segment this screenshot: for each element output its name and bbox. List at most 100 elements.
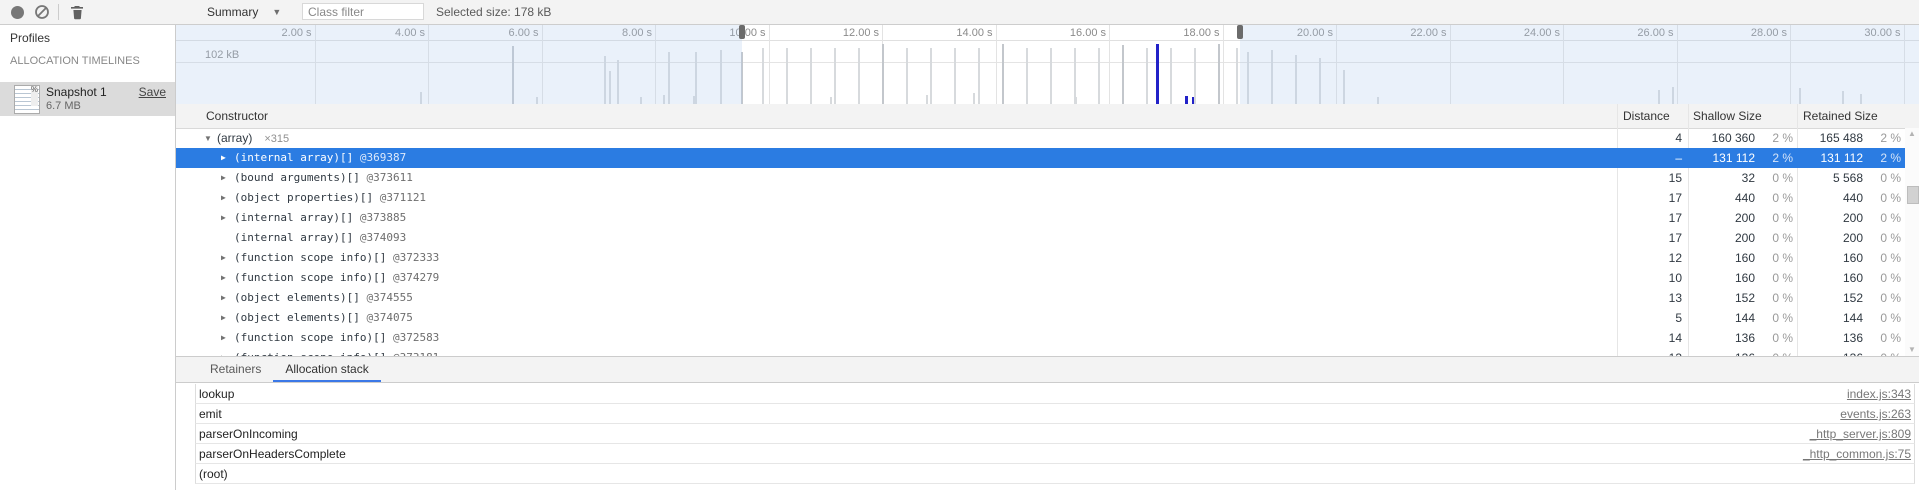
instance-count: ×315: [264, 133, 289, 145]
sidebar: Profiles ALLOCATION TIMELINES % Snapshot…: [0, 25, 176, 490]
heap-snapshot-icon: %: [14, 85, 40, 114]
object-id: @374093: [353, 231, 406, 244]
column-header-distance[interactable]: Distance: [1623, 104, 1670, 128]
scroll-up-icon[interactable]: ▲: [1905, 128, 1919, 140]
table-row[interactable]: ▼(array)×3154160 3602 %165 4882 %: [176, 128, 1905, 148]
constructor-cell: ▼(array)×315: [204, 128, 289, 148]
shallow-size-value: 136: [1688, 348, 1755, 356]
perspective-select[interactable]: Summary ▼: [207, 0, 281, 24]
retained-size-value: 160: [1797, 268, 1863, 288]
retained-size-percent: 0 %: [1863, 268, 1901, 288]
table-row[interactable]: ▶(bound arguments)[] @37361115320 %5 568…: [176, 168, 1905, 188]
distance-value: 13: [1617, 288, 1682, 308]
stack-frame-row[interactable]: (root): [195, 464, 1915, 484]
table-scrollbar[interactable]: ▲ ▼: [1905, 128, 1919, 356]
expand-icon[interactable]: ▶: [221, 308, 234, 328]
scroll-down-icon[interactable]: ▼: [1905, 344, 1919, 356]
table-row[interactable]: ▶(object properties)[] @371121174400 %44…: [176, 188, 1905, 208]
column-header-shallow-size[interactable]: Shallow Size: [1693, 104, 1762, 128]
constructor-cell: ▶(function scope info)[] @373181: [221, 348, 439, 356]
table-row[interactable]: ▶(object elements)[] @37407551440 %1440 …: [176, 308, 1905, 328]
allocation-bar: [1170, 48, 1172, 104]
allocation-bar: [1146, 48, 1148, 104]
stack-frame-row[interactable]: parserOnIncoming_http_server.js:809: [195, 424, 1915, 444]
selection-handle-left[interactable]: [739, 25, 745, 39]
object-id: @373885: [353, 211, 406, 224]
allocation-timeline-overview[interactable]: 102 kB 2.00 s4.00 s6.00 s8.00 s10.00 s12…: [176, 25, 1919, 104]
expand-icon[interactable]: ▶: [221, 208, 234, 228]
timeline-gridline: [1109, 25, 1110, 104]
source-location-link[interactable]: _http_server.js:809: [1810, 424, 1911, 444]
object-id: @374555: [360, 291, 413, 304]
perspective-select-label: Summary: [207, 5, 258, 19]
clear-icon[interactable]: [34, 4, 50, 20]
allocation-bar: [1122, 45, 1124, 104]
shallow-size-percent: 0 %: [1755, 308, 1793, 328]
distance-value: 17: [1617, 208, 1682, 228]
constructor-name: (function scope info)[]: [234, 251, 386, 264]
allocation-bar: [1098, 48, 1100, 104]
stack-frame-row[interactable]: parserOnHeadersComplete_http_common.js:7…: [195, 444, 1915, 464]
shallow-size-percent: 0 %: [1755, 208, 1793, 228]
shallow-size-value: 32: [1688, 168, 1755, 188]
object-id: @369387: [353, 151, 406, 164]
stack-frame-row[interactable]: lookupindex.js:343: [195, 384, 1915, 404]
expand-icon[interactable]: ▶: [221, 248, 234, 268]
distance-value: 14: [1617, 328, 1682, 348]
object-id: @374279: [386, 271, 439, 284]
expand-icon[interactable]: ▶: [221, 288, 234, 308]
allocation-bar: [858, 48, 860, 104]
table-row[interactable]: ▶(function scope info)[] @372333121600 %…: [176, 248, 1905, 268]
timeline-gridline: [769, 25, 770, 104]
constructor-name: (function scope info)[]: [234, 331, 386, 344]
sidebar-item-snapshot-1[interactable]: % Snapshot 1 Save 6.7 MB: [0, 82, 175, 116]
selected-allocation-bar: [1156, 44, 1159, 104]
expand-icon[interactable]: ▶: [221, 268, 234, 288]
allocation-bar: [926, 95, 928, 104]
constructor-name: (object elements)[]: [234, 291, 360, 304]
shallow-size-percent: 0 %: [1755, 268, 1793, 288]
allocation-bar: [882, 44, 884, 104]
toolbar-divider: [58, 4, 59, 20]
distance-value: 17: [1617, 228, 1682, 248]
constructor-name: (function scope info)[]: [234, 271, 386, 284]
save-link[interactable]: Save: [139, 85, 166, 99]
retained-size-value: 136: [1797, 348, 1863, 356]
source-location-link[interactable]: events.js:263: [1840, 404, 1911, 424]
table-row[interactable]: ▶(internal array)[] @369387–131 1122 %13…: [176, 148, 1905, 168]
distance-value: –: [1617, 148, 1682, 168]
retained-size-percent: 0 %: [1863, 348, 1901, 356]
table-row[interactable]: ▶(function scope info)[] @372583141360 %…: [176, 328, 1905, 348]
trash-icon[interactable]: [69, 4, 85, 20]
retained-size-value: 131 112: [1797, 148, 1863, 168]
selection-handle-right[interactable]: [1237, 25, 1243, 39]
tab-retainers[interactable]: Retainers: [198, 357, 273, 382]
tab-allocation-stack[interactable]: Allocation stack: [273, 357, 380, 382]
expand-icon[interactable]: ▶: [221, 148, 234, 168]
table-row[interactable]: ▶(function scope info)[] @374279101600 %…: [176, 268, 1905, 288]
shallow-size-value: 200: [1688, 228, 1755, 248]
table-row[interactable]: ▶(internal array)[] @373885172000 %2000 …: [176, 208, 1905, 228]
stack-frame-row[interactable]: emitevents.js:263: [195, 404, 1915, 424]
source-location-link[interactable]: _http_common.js:75: [1803, 444, 1911, 464]
record-icon[interactable]: [11, 6, 24, 19]
allocation-bar: [1236, 48, 1238, 104]
deselected-range-right: [1240, 25, 1919, 104]
column-header-retained-size[interactable]: Retained Size: [1803, 104, 1878, 128]
scrollbar-thumb[interactable]: [1907, 186, 1919, 204]
expand-icon[interactable]: ▶: [221, 348, 234, 356]
expand-icon[interactable]: ▶: [221, 188, 234, 208]
table-row[interactable]: ▶(function scope info)[] @373181131360 %…: [176, 348, 1905, 356]
collapse-icon[interactable]: ▼: [204, 129, 217, 149]
class-filter-input[interactable]: [302, 3, 424, 20]
column-header-constructor[interactable]: Constructor: [206, 104, 268, 128]
shallow-size-percent: 0 %: [1755, 168, 1793, 188]
allocation-bar: [1075, 97, 1077, 104]
table-row[interactable]: ▶(object elements)[] @374555131520 %1520…: [176, 288, 1905, 308]
source-location-link[interactable]: index.js:343: [1847, 384, 1911, 404]
expand-icon[interactable]: ▶: [221, 168, 234, 188]
shallow-size-percent: 0 %: [1755, 328, 1793, 348]
table-row[interactable]: (internal array)[] @374093172000 %2000 %: [176, 228, 1905, 248]
shallow-size-value: 160: [1688, 268, 1755, 288]
expand-icon[interactable]: ▶: [221, 328, 234, 348]
